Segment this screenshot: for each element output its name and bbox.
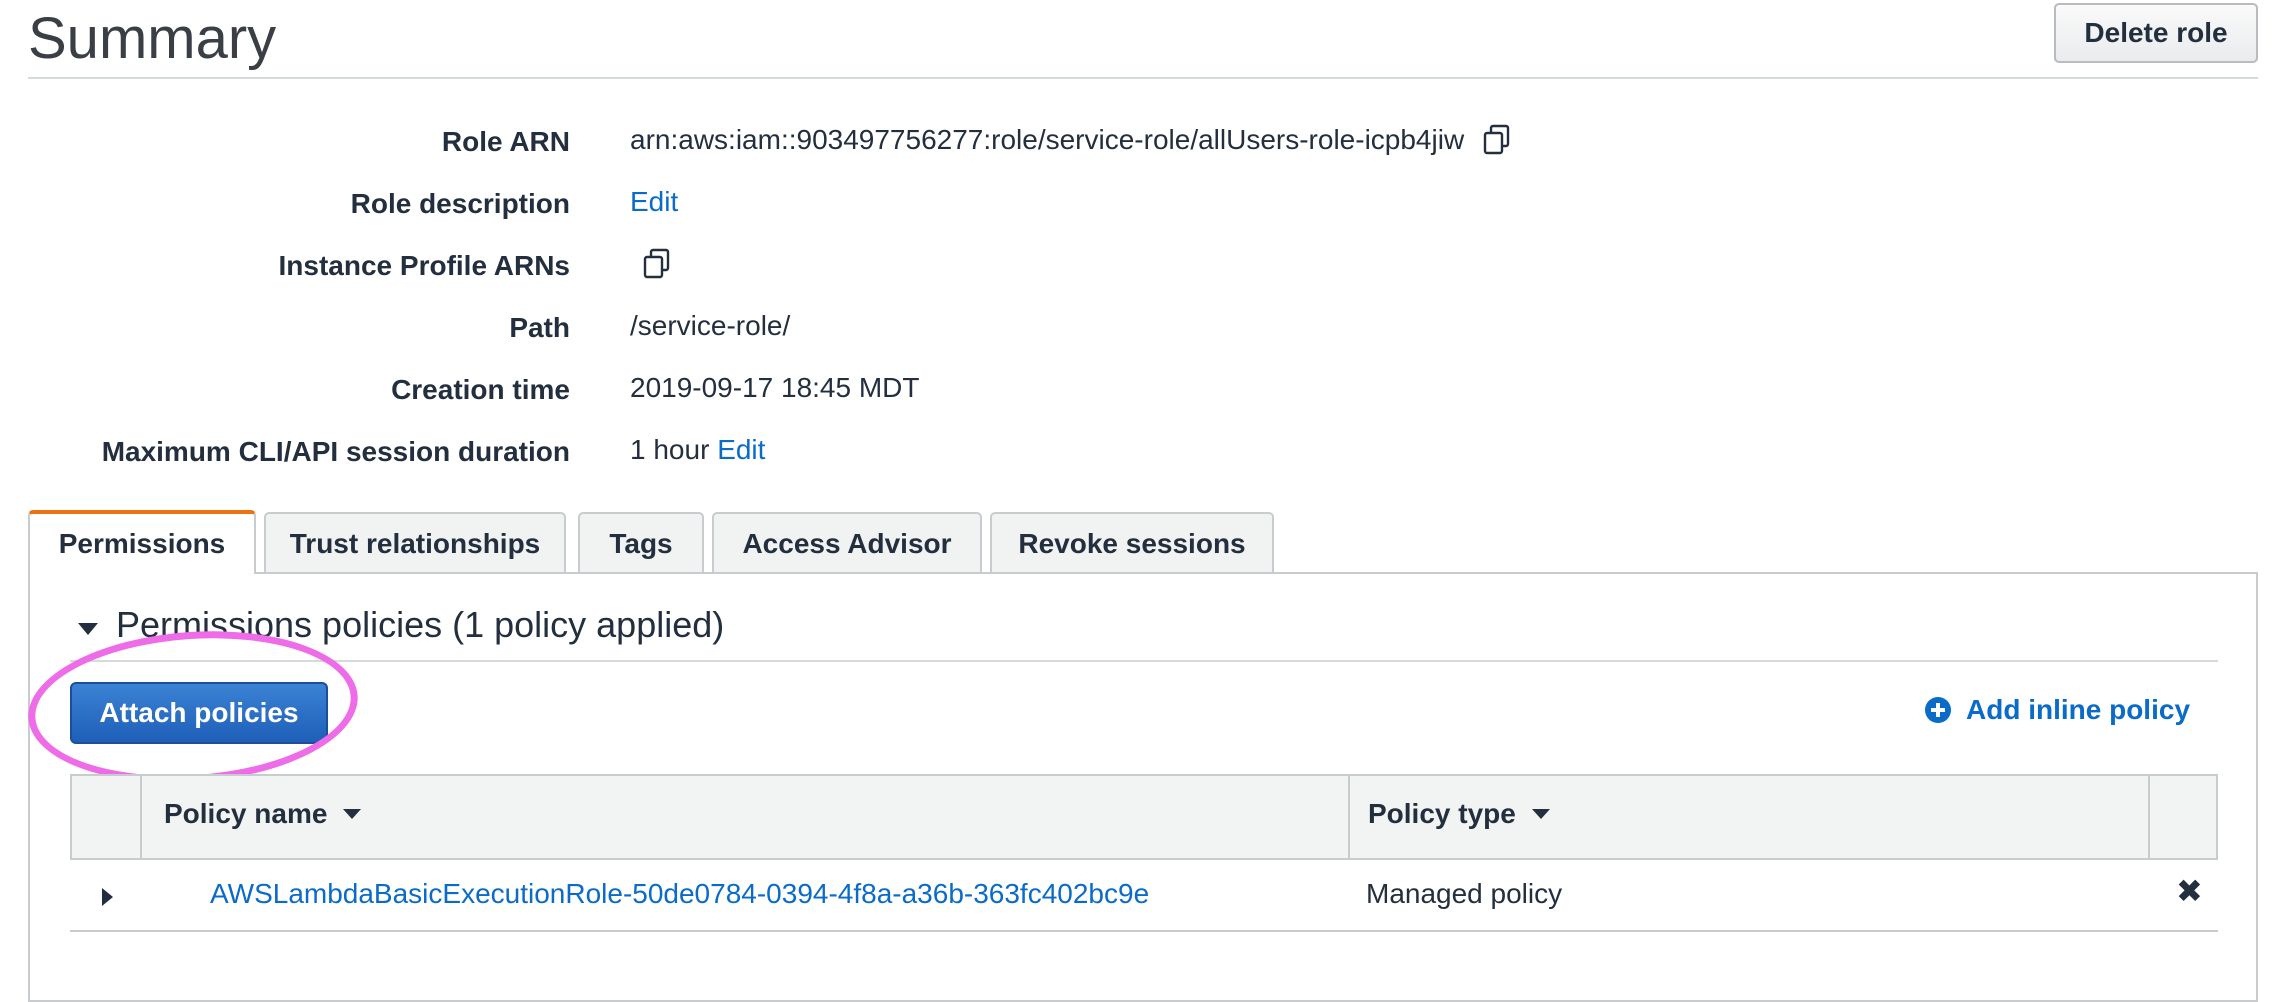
session-duration-edit-link[interactable]: Edit — [717, 434, 765, 465]
tab-permissions[interactable]: Permissions — [28, 510, 256, 574]
tab-access-advisor[interactable]: Access Advisor — [712, 512, 982, 574]
add-inline-policy-label: Add inline policy — [1966, 694, 2191, 725]
policy-type-value: Managed policy — [1366, 878, 1563, 909]
role-description-label: Role description — [350, 188, 570, 219]
page-title: Summary — [28, 6, 277, 71]
column-divider — [2148, 776, 2150, 858]
policy-name-header-label: Policy name — [164, 798, 328, 829]
add-inline-policy-link[interactable]: Add inline policy — [1924, 694, 2190, 726]
column-header-policy-name[interactable]: Policy name — [164, 798, 362, 830]
copy-icon[interactable] — [642, 248, 672, 280]
plus-circle-icon — [1925, 697, 1951, 723]
copy-icon[interactable] — [1482, 124, 1512, 156]
column-divider — [1348, 776, 1350, 858]
title-divider — [28, 77, 2258, 79]
caret-right-icon[interactable] — [102, 888, 113, 906]
close-icon[interactable]: ✖ — [2176, 872, 2203, 910]
creation-time-value: 2019-09-17 18:45 MDT — [630, 372, 920, 403]
role-arn-label: Role ARN — [441, 126, 570, 157]
policy-type-header-label: Policy type — [1368, 798, 1516, 829]
role-arn-row: arn:aws:iam::903497756277:role/service-r… — [630, 124, 1512, 156]
tab-revoke-sessions[interactable]: Revoke sessions — [990, 512, 1274, 574]
session-duration-label: Maximum CLI/API session duration — [101, 436, 570, 467]
tab-tags[interactable]: Tags — [578, 512, 704, 574]
sort-caret-icon — [1531, 809, 1550, 819]
path-label: Path — [509, 312, 570, 343]
session-duration-row: 1 hour Edit — [630, 434, 765, 466]
policies-table: Policy name Policy type AWSLambdaBasicEx… — [70, 774, 2218, 932]
delete-role-button[interactable]: Delete role — [2054, 3, 2258, 63]
section-divider — [70, 660, 2218, 662]
session-duration-value: 1 hour — [630, 434, 710, 465]
role-description-edit-link[interactable]: Edit — [630, 186, 678, 218]
column-divider — [140, 776, 142, 858]
column-header-policy-type[interactable]: Policy type — [1368, 798, 1550, 830]
table-row: AWSLambdaBasicExecutionRole-50de0784-039… — [70, 860, 2218, 932]
path-value: /service-role/ — [630, 310, 791, 341]
sort-caret-icon — [343, 809, 362, 819]
policy-name-link[interactable]: AWSLambdaBasicExecutionRole-50de0784-039… — [210, 878, 1149, 910]
tab-trust-relationships[interactable]: Trust relationships — [264, 512, 566, 574]
instance-profile-label: Instance Profile ARNs — [278, 250, 570, 281]
role-arn-value: arn:aws:iam::903497756277:role/service-r… — [630, 124, 1465, 155]
creation-time-label: Creation time — [391, 374, 570, 405]
caret-down-icon[interactable] — [78, 623, 98, 635]
table-header: Policy name Policy type — [70, 774, 2218, 860]
